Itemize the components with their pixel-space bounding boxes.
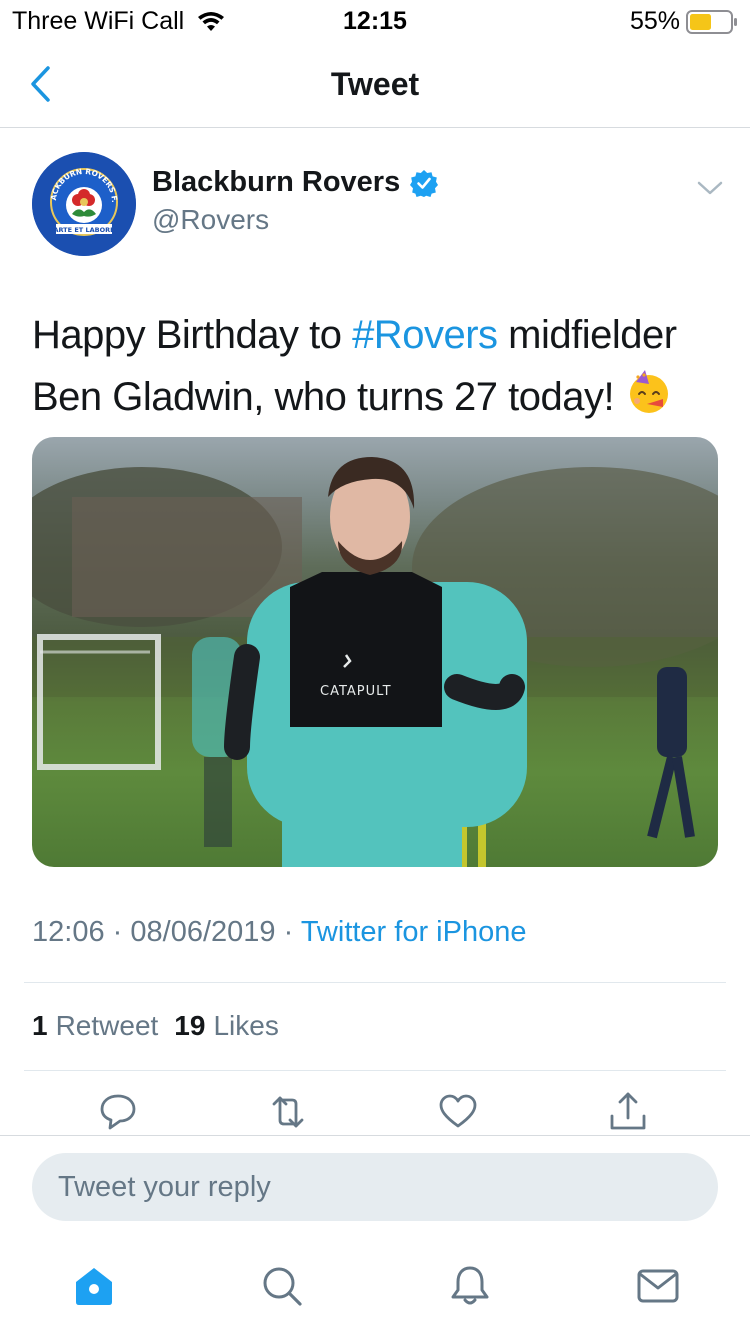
tab-notifications[interactable] [446, 1262, 494, 1310]
author-name[interactable]: Blackburn Rovers [152, 166, 439, 199]
author-handle[interactable]: @Rovers [152, 204, 269, 236]
share-button[interactable] [606, 1090, 650, 1134]
crest-motto: ARTE ET LABORE [53, 226, 114, 234]
navigation-bar: Tweet [0, 42, 750, 128]
tweet-source-link[interactable]: Twitter for iPhone [301, 916, 527, 948]
hashtag-link[interactable]: #Rovers [352, 313, 498, 357]
tweet-time: 12:06 [32, 916, 105, 948]
battery-icon [686, 9, 737, 34]
meta-separator: · [112, 916, 123, 948]
reply-composer [0, 1135, 750, 1240]
verified-badge-icon [410, 169, 439, 197]
like-icon [439, 1094, 477, 1128]
partying-face-icon [629, 370, 668, 413]
tab-bar [0, 1240, 750, 1334]
tweet-date: 08/06/2019 [130, 916, 276, 948]
reply-button[interactable] [96, 1090, 140, 1134]
page-title: Tweet [330, 66, 420, 102]
tweet-options-button[interactable] [694, 172, 726, 204]
likes-stat[interactable]: 19 Likes [174, 1010, 279, 1042]
tweet-text-intro: Happy Birthday to [32, 313, 353, 357]
battery-percent: 55% [629, 7, 680, 35]
notifications-icon [451, 1266, 489, 1305]
divider [24, 982, 726, 983]
home-icon [76, 1268, 112, 1305]
meta-separator: · [283, 916, 294, 948]
tweet-text: Happy Birthday to #Rovers midfielder Ben… [32, 304, 722, 428]
reply-input[interactable] [32, 1153, 718, 1221]
retweets-label: Retweet [55, 1010, 159, 1041]
tab-search[interactable] [258, 1262, 306, 1310]
tweet-photo[interactable]: CATAPULT [32, 437, 718, 867]
reply-icon [100, 1094, 136, 1130]
tweet-action-bar [0, 1090, 750, 1136]
share-icon [610, 1092, 646, 1130]
retweets-stat[interactable]: 1 Retweet [32, 1010, 158, 1042]
likes-label: Likes [213, 1010, 279, 1041]
tweet-stats: 1 Retweet 19 Likes [32, 1010, 279, 1042]
tab-home[interactable] [70, 1262, 118, 1310]
retweet-button[interactable] [266, 1090, 310, 1134]
battery-status: 55% [630, 7, 738, 36]
author-display-name: Blackburn Rovers [152, 166, 401, 198]
tweet-meta: 12:06 · 08/06/2019 · Twitter for iPhone [32, 916, 526, 949]
retweet-icon [272, 1096, 304, 1128]
chevron-down-icon [697, 181, 723, 195]
status-bar: Three WiFi Call 12:15 55% [0, 0, 750, 42]
tab-messages[interactable] [634, 1262, 682, 1310]
divider [24, 1070, 726, 1071]
photo-scene: CATAPULT [32, 457, 718, 867]
retweets-count: 1 [32, 1010, 48, 1041]
likes-count: 19 [174, 1010, 206, 1041]
avatar[interactable]: BLACKBURN ROVERS F.C. ARTE ET LABORE [32, 152, 136, 256]
vest-brand-label: CATAPULT [320, 684, 392, 699]
messages-icon [637, 1269, 679, 1303]
search-icon [263, 1267, 302, 1306]
club-crest-icon: BLACKBURN ROVERS F.C. ARTE ET LABORE [32, 152, 136, 256]
like-button[interactable] [436, 1090, 480, 1134]
